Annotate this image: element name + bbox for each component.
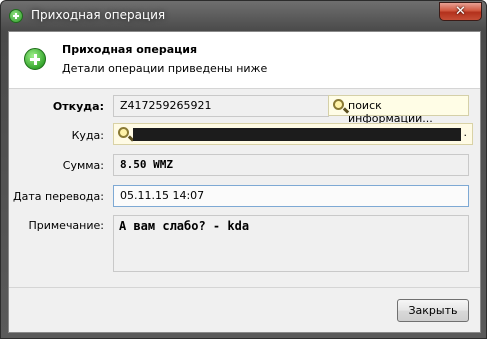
to-label: Куда:: [71, 129, 104, 142]
search-info-button[interactable]: поиск информации...: [328, 95, 469, 125]
magnifier-icon: [333, 99, 344, 110]
from-field[interactable]: Z417259265921: [113, 95, 329, 117]
magnifier-icon: [118, 127, 129, 138]
amount-field[interactable]: 8.50 WMZ: [113, 154, 469, 176]
amount-label: Сумма:: [62, 159, 104, 172]
note-label: Примечание:: [28, 219, 104, 232]
dialog-footer: Закрыть: [9, 287, 480, 332]
to-value-suffix: .: [463, 126, 468, 139]
to-field[interactable]: .: [113, 123, 473, 145]
date-field[interactable]: 05.11.15 14:07: [113, 185, 469, 207]
green-plus-icon: [9, 9, 23, 23]
dialog-client-area: Приходная операция Детали операции приве…: [8, 31, 481, 333]
header-subtitle: Детали операции приведены ниже: [62, 62, 268, 75]
close-icon: ✕: [455, 4, 466, 19]
from-label: Откуда:: [52, 100, 104, 113]
dialog-window: Приходная операция ✕ Приходная операция …: [0, 0, 487, 339]
green-plus-icon: [24, 48, 46, 70]
header-title: Приходная операция: [62, 43, 198, 56]
dialog-header: Приходная операция Детали операции приве…: [9, 32, 480, 89]
window-title: Приходная операция: [31, 8, 166, 22]
title-bar[interactable]: Приходная операция ✕: [1, 1, 487, 31]
redacted-value: [133, 128, 461, 141]
search-info-label: поиск информации...: [348, 99, 433, 125]
window-close-button[interactable]: ✕: [439, 2, 482, 21]
close-button[interactable]: Закрыть: [397, 299, 469, 322]
date-label: Дата перевода:: [13, 190, 104, 203]
note-field[interactable]: А вам слабо? - kda: [113, 215, 469, 272]
